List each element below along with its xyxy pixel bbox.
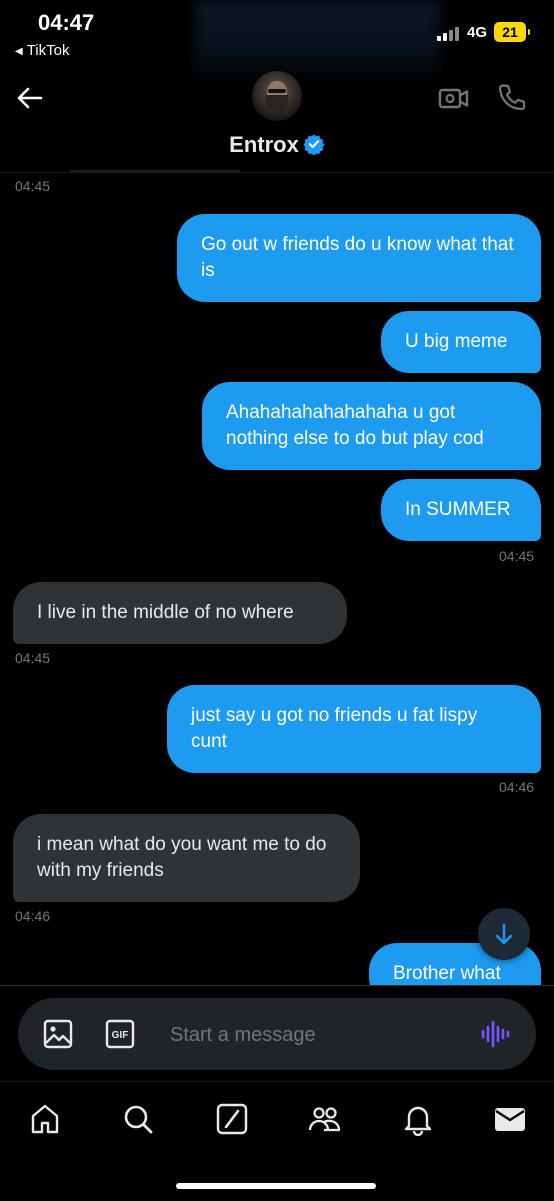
message-timestamp: 04:45 xyxy=(15,650,51,666)
tab-grok[interactable] xyxy=(215,1102,249,1136)
image-icon xyxy=(43,1019,73,1049)
message-timestamp: 04:46 xyxy=(499,779,535,795)
contact-name-row[interactable]: Entrox xyxy=(0,132,554,158)
composer-area: GIF xyxy=(0,985,554,1082)
signal-icon xyxy=(437,25,463,41)
svg-text:GIF: GIF xyxy=(112,1030,129,1041)
message-timestamp: 04:45 xyxy=(15,178,51,194)
sent-message-bubble[interactable]: just say u got no friends u fat lispy cu… xyxy=(167,685,541,773)
message-timestamp: 04:45 xyxy=(499,548,535,564)
notifications-icon xyxy=(404,1106,432,1137)
voice-waveform-icon xyxy=(481,1020,510,1048)
sent-message-bubble[interactable]: Ahahahahahahahaha u got nothing else to … xyxy=(202,382,541,470)
battery-indicator: 21 xyxy=(494,22,530,42)
back-button[interactable] xyxy=(14,82,46,114)
received-message-bubble[interactable]: i mean what do you want me to do with my… xyxy=(13,814,360,902)
audio-call-button[interactable] xyxy=(496,82,528,114)
phone-icon xyxy=(498,84,526,111)
received-message-bubble[interactable]: I live in the middle of no where xyxy=(13,582,347,644)
contact-name: Entrox xyxy=(229,132,299,157)
gif-button[interactable]: GIF xyxy=(104,1018,136,1050)
network-type: 4G xyxy=(467,24,488,41)
communities-icon xyxy=(308,1107,341,1132)
gif-icon: GIF xyxy=(105,1019,135,1049)
voice-message-button[interactable] xyxy=(480,1018,510,1050)
messages-icon xyxy=(495,1108,525,1131)
back-arrow-icon xyxy=(17,87,43,109)
scroll-to-bottom-button[interactable] xyxy=(478,908,530,960)
status-time: 04:47 xyxy=(38,10,95,35)
tab-home[interactable] xyxy=(28,1102,62,1136)
grok-icon xyxy=(216,1103,248,1135)
video-camera-icon xyxy=(438,88,469,109)
message-list[interactable]: 04:45 Go out w friends do u know what th… xyxy=(0,173,554,985)
video-call-button[interactable] xyxy=(438,82,470,114)
tab-notifications[interactable] xyxy=(401,1102,435,1137)
back-app-label: TikTok xyxy=(26,42,70,59)
back-triangle-icon: ◀ xyxy=(15,46,23,57)
tab-search[interactable] xyxy=(121,1102,155,1136)
message-timestamp: 04:46 xyxy=(15,908,51,924)
verified-badge-icon xyxy=(303,134,325,155)
message-composer: GIF xyxy=(18,998,536,1070)
back-to-app-link[interactable]: ◀ TikTok xyxy=(15,42,69,59)
arrow-down-icon xyxy=(495,923,513,945)
search-icon xyxy=(124,1105,153,1134)
message-input[interactable] xyxy=(168,1018,462,1052)
sent-message-bubble[interactable]: Go out w friends do u know what that is xyxy=(177,214,541,302)
bottom-tab-bar xyxy=(0,1081,554,1201)
home-indicator xyxy=(176,1183,376,1189)
conversation-header: Entrox xyxy=(0,60,554,173)
sent-message-bubble[interactable]: U big meme xyxy=(381,311,541,373)
avatar[interactable] xyxy=(252,71,302,121)
tab-communities[interactable] xyxy=(308,1102,342,1136)
sent-message-bubble[interactable]: In SUMMER xyxy=(381,479,541,541)
media-button[interactable] xyxy=(42,1018,74,1050)
header-divider xyxy=(70,170,240,172)
tab-messages[interactable] xyxy=(493,1102,527,1136)
home-icon xyxy=(31,1104,59,1134)
